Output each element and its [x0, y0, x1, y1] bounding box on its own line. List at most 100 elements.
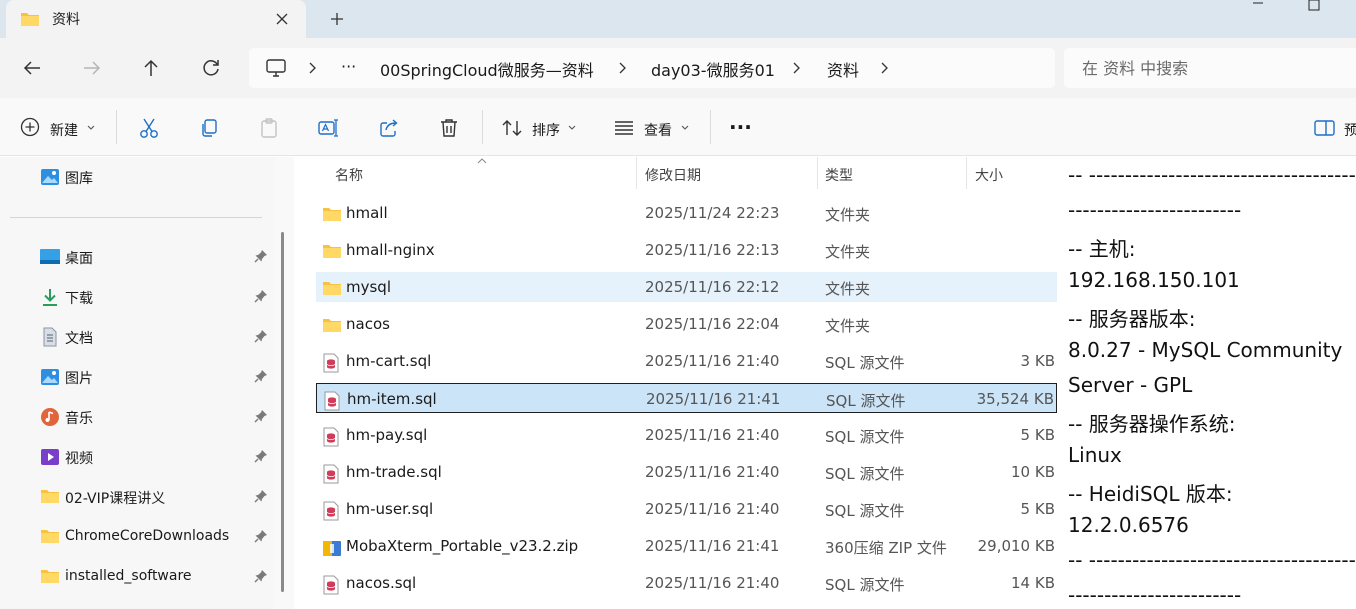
file-row[interactable]: hm-user.sql 2025/11/16 21:40 SQL 源文件 5 KB	[316, 494, 1057, 524]
column-header-type[interactable]: 类型	[825, 165, 853, 185]
pin-icon[interactable]	[254, 409, 268, 423]
file-size: 29,010 KB	[977, 537, 1055, 555]
more-options-button[interactable]: ···	[729, 115, 752, 139]
view-button[interactable]: 查看	[644, 120, 672, 140]
close-icon[interactable]	[272, 9, 292, 29]
breadcrumb-item[interactable]: 资料	[827, 57, 859, 81]
preview-text-line: Server - GPL	[1068, 373, 1193, 397]
tab-current[interactable]: 资料	[6, 0, 306, 38]
column-divider[interactable]	[966, 157, 967, 189]
pictures-icon	[40, 367, 60, 387]
minimize-icon[interactable]	[1250, 0, 1266, 6]
sidebar-item-desktop[interactable]: 桌面	[40, 245, 270, 269]
file-size: 35,524 KB	[976, 390, 1054, 408]
sidebar-item-vip-lectures[interactable]: 02-VIP课程讲义	[40, 485, 270, 509]
sql-file-icon	[322, 501, 340, 521]
preview-pane-button[interactable]: 预	[1344, 120, 1356, 140]
pin-icon[interactable]	[254, 529, 268, 543]
pin-icon[interactable]	[254, 289, 268, 303]
breadcrumb-overflow[interactable]: ···	[341, 57, 356, 76]
sidebar-item-videos[interactable]: 视频	[40, 445, 270, 469]
file-name: hm-cart.sql	[346, 352, 432, 370]
column-header-size[interactable]: 大小	[975, 165, 1003, 185]
chevron-down-icon[interactable]	[680, 124, 690, 146]
breadcrumb-item[interactable]: 00SpringCloud微服务—资料	[380, 57, 594, 81]
preview-pane-icon[interactable]	[1314, 117, 1336, 139]
pin-icon[interactable]	[254, 569, 268, 583]
chevron-right-icon[interactable]	[307, 60, 319, 76]
file-type: SQL 源文件	[825, 428, 905, 446]
pane-gap	[274, 157, 294, 609]
paste-icon[interactable]	[258, 117, 280, 139]
pin-icon[interactable]	[254, 449, 268, 463]
file-list: 名称 修改日期 类型 大小 hmall 2025/11/24 22:23 文件夹 hm…	[294, 157, 1058, 609]
sidebar-item-documents[interactable]: 文档	[40, 325, 270, 349]
file-row[interactable]: hm-pay.sql 2025/11/16 21:40 SQL 源文件 5 KB	[316, 420, 1057, 450]
sidebar-item-installed-software[interactable]: installed_software	[40, 565, 270, 589]
up-arrow-icon[interactable]	[139, 56, 163, 80]
file-row[interactable]: hm-trade.sql 2025/11/16 21:40 SQL 源文件 10 KB	[316, 457, 1057, 487]
command-bar: 新建 排序 查看 ··· 预	[0, 98, 1356, 156]
file-row[interactable]: nacos.sql 2025/11/16 21:40 SQL 源文件 14 KB	[316, 568, 1057, 598]
file-row[interactable]: hmall 2025/11/24 22:23 文件夹	[316, 198, 1057, 228]
sidebar-item-downloads[interactable]: 下载	[40, 285, 270, 309]
refresh-icon[interactable]	[199, 56, 223, 80]
sidebar-item-chromecoredownloads[interactable]: ChromeCoreDownloads	[40, 525, 270, 549]
sort-icon[interactable]	[501, 117, 523, 139]
sidebar-item-label: ChromeCoreDownloads	[65, 528, 230, 544]
chevron-down-icon[interactable]	[567, 124, 577, 146]
breadcrumb[interactable]: ··· 00SpringCloud微服务—资料 day03-微服务01 资料	[249, 48, 1055, 88]
file-modified-date: 2025/11/16 21:40	[645, 500, 780, 518]
pin-icon[interactable]	[254, 329, 268, 343]
preview-text-line: -- HeidiSQL 版本:	[1068, 482, 1233, 506]
chevron-right-icon[interactable]	[617, 60, 629, 76]
column-header-date[interactable]: 修改日期	[645, 165, 701, 185]
folder-icon	[322, 242, 342, 260]
chevron-down-icon[interactable]	[86, 124, 96, 146]
file-row[interactable]: hm-item.sql 2025/11/16 21:41 SQL 源文件 35,524…	[316, 383, 1057, 413]
file-size: 3 KB	[1020, 352, 1055, 370]
column-divider[interactable]	[636, 157, 637, 189]
pin-icon[interactable]	[254, 249, 268, 263]
new-plus-icon[interactable]	[20, 117, 40, 139]
sidebar-item-music[interactable]: 音乐	[40, 405, 270, 429]
file-type: 文件夹	[825, 317, 871, 335]
file-row[interactable]: MobaXterm_Portable_v23.2.zip 2025/11/16 2…	[316, 531, 1057, 561]
sort-button[interactable]: 排序	[532, 120, 560, 140]
pin-icon[interactable]	[254, 369, 268, 383]
file-modified-date: 2025/11/24 22:23	[645, 204, 780, 222]
delete-icon[interactable]	[438, 117, 460, 139]
search-box[interactable]	[1064, 48, 1356, 88]
navigation-scrollbar[interactable]	[281, 232, 284, 592]
file-modified-date: 2025/11/16 21:41	[646, 390, 781, 408]
sidebar-item-pictures[interactable]: 图片	[40, 365, 270, 389]
column-header-name[interactable]: 名称	[335, 165, 363, 185]
view-icon[interactable]	[613, 117, 635, 139]
sidebar-item-gallery[interactable]: 图库	[40, 165, 270, 189]
file-type: SQL 源文件	[826, 392, 906, 410]
chevron-right-icon[interactable]	[791, 60, 803, 76]
pin-icon[interactable]	[254, 489, 268, 503]
column-divider[interactable]	[817, 157, 818, 189]
file-row[interactable]: hmall-nginx 2025/11/16 22:13 文件夹	[316, 235, 1057, 265]
maximize-icon[interactable]	[1306, 0, 1322, 12]
file-row[interactable]: nacos 2025/11/16 22:04 文件夹	[316, 309, 1057, 339]
file-row[interactable]: hm-cart.sql 2025/11/16 21:40 SQL 源文件 3 KB	[316, 346, 1057, 376]
computer-icon[interactable]	[265, 58, 287, 78]
chevron-right-icon[interactable]	[879, 60, 891, 76]
back-arrow-icon[interactable]	[20, 56, 44, 80]
new-button[interactable]: 新建	[50, 120, 78, 140]
cut-icon[interactable]	[138, 117, 160, 139]
rename-icon[interactable]	[318, 117, 340, 139]
preview-text-line: 12.2.0.6576	[1068, 513, 1189, 537]
sort-ascending-icon	[476, 157, 488, 165]
search-input[interactable]	[1082, 56, 1342, 80]
share-icon[interactable]	[378, 117, 400, 139]
forward-arrow-icon[interactable]	[80, 56, 104, 80]
file-row[interactable]: mysql 2025/11/16 22:12 文件夹	[316, 272, 1057, 302]
copy-icon[interactable]	[198, 117, 220, 139]
navigation-pane: 图库 桌面 下载 文档 图片 音乐 视频 02-VIP课程讲义 ChromeCo…	[0, 157, 274, 609]
folder-icon	[322, 205, 342, 223]
new-tab-icon[interactable]	[327, 9, 347, 29]
breadcrumb-item[interactable]: day03-微服务01	[651, 57, 775, 81]
